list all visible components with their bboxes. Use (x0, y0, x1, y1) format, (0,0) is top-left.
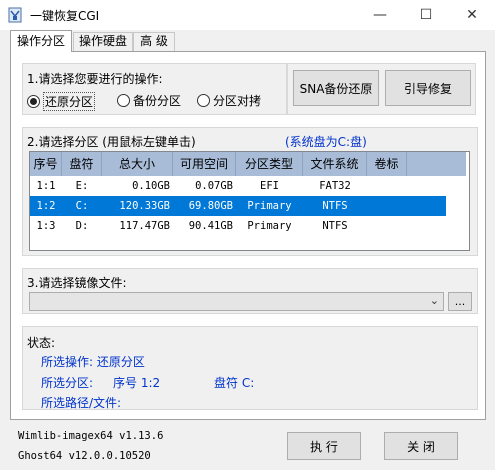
cell-fs: NTFS (322, 220, 348, 232)
tab-operate-partition[interactable]: 操作分区 (10, 30, 72, 52)
col-fs[interactable]: 文件系统 (303, 152, 367, 176)
sna-backup-restore-button[interactable]: SNA备份还原 (293, 70, 379, 106)
image-file-group: 3.请选择镜像文件: ⌄ ... (22, 268, 478, 314)
col-filler (407, 152, 466, 176)
execute-button[interactable]: 执 行 (287, 432, 361, 460)
boot-repair-button[interactable]: 引导修复 (385, 70, 471, 106)
radio-label: 分区对拷 (213, 94, 262, 108)
table-row[interactable]: 1:3 D: 117.47GB 90.41GB Primary NTFS (30, 216, 446, 236)
maximize-button[interactable]: ☐ (403, 0, 449, 30)
title-bar: 一键恢复CGI — ☐ ✕ (0, 0, 495, 30)
radio-copy-partition[interactable]: 分区对拷 (197, 92, 261, 109)
cell-fs: FAT32 (319, 180, 351, 192)
col-type[interactable]: 分区类型 (236, 152, 303, 176)
operation-label: 1.请选择您要进行的操作: (27, 72, 163, 86)
status-partition-drive: 盘符 C: (214, 376, 255, 390)
status-operation: 所选操作: 还原分区 (41, 355, 145, 369)
tab-operate-disk[interactable]: 操作硬盘 (73, 32, 133, 51)
minimize-button[interactable]: — (357, 0, 403, 30)
radio-dot (30, 98, 37, 105)
partition-group: 2.请选择分区 (用鼠标左键单击) (系统盘为C:盘) 序号 盘符 总大小 可用… (22, 127, 478, 256)
cell-type: Primary (247, 200, 292, 212)
cell-fs: NTFS (322, 200, 348, 212)
operation-group: 1.请选择您要进行的操作: 还原分区 备份分区 分区对拷 (22, 63, 287, 115)
status-partition-label: 所选分区: (41, 376, 94, 390)
close-window-button[interactable]: ✕ (449, 0, 495, 30)
status-path: 所选路径/文件: (41, 396, 122, 410)
wimlib-version: Wimlib-imagex64 v1.13.6 (18, 430, 164, 442)
cell-drive: D: (75, 220, 89, 232)
radio-label: 备份分区 (133, 94, 182, 108)
col-label[interactable]: 卷标 (367, 152, 407, 176)
system-disk-note: (系统盘为C:盘) (285, 135, 367, 149)
image-file-label: 3.请选择镜像文件: (27, 276, 127, 290)
col-total[interactable]: 总大小 (102, 152, 173, 176)
radio-circle (117, 94, 130, 107)
radio-backup-partition[interactable]: 备份分区 (117, 92, 181, 109)
tab-advanced[interactable]: 高 级 (133, 32, 175, 51)
cell-label (367, 216, 407, 236)
status-group: 状态: 所选操作: 还原分区 所选分区: 序号 1:2 盘符 C: 所选路径/文… (22, 326, 478, 410)
radio-circle (197, 94, 210, 107)
radio-circle (27, 95, 40, 108)
partition-table[interactable]: 序号 盘符 总大小 可用空间 分区类型 文件系统 卷标 1:1 E: 0.10G… (29, 151, 470, 251)
cell-total: 120.33GB (119, 200, 170, 212)
table-header: 序号 盘符 总大小 可用空间 分区类型 文件系统 卷标 (30, 152, 466, 176)
partition-label: 2.请选择分区 (用鼠标左键单击) (27, 135, 196, 149)
cell-index: 1:3 (36, 220, 56, 232)
status-label: 状态: (27, 336, 56, 350)
cell-label (367, 196, 407, 216)
cell-drive: C: (75, 200, 89, 212)
browse-button[interactable]: ... (448, 292, 472, 311)
window-title: 一键恢复CGI (30, 9, 100, 23)
table-row[interactable]: 1:2 C: 120.33GB 69.80GB Primary NTFS (30, 196, 446, 216)
table-row[interactable]: 1:1 E: 0.10GB 0.07GB EFI FAT32 (30, 176, 446, 196)
cell-free: 0.07GB (195, 180, 233, 192)
col-drive[interactable]: 盘符 (62, 152, 102, 176)
col-index[interactable]: 序号 (30, 152, 62, 176)
cell-free: 90.41GB (188, 220, 233, 232)
cell-label (367, 176, 407, 196)
cell-drive: E: (75, 180, 89, 192)
cell-type: EFI (260, 180, 279, 192)
chevron-down-icon[interactable]: ⌄ (430, 294, 439, 307)
cell-total: 0.10GB (132, 180, 170, 192)
col-free[interactable]: 可用空间 (173, 152, 236, 176)
app-icon (8, 7, 22, 23)
cell-index: 1:1 (36, 180, 56, 192)
tab-panel: 1.请选择您要进行的操作: 还原分区 备份分区 分区对拷 SNA备份还原 引导修… (10, 51, 486, 420)
radio-label: 还原分区 (43, 92, 96, 111)
status-partition-index: 序号 1:2 (113, 376, 161, 390)
ghost-version: Ghost64 v12.0.0.10520 (18, 450, 151, 462)
cell-total: 117.47GB (119, 220, 170, 232)
close-button[interactable]: 关 闭 (384, 432, 458, 460)
radio-restore-partition[interactable]: 还原分区 (27, 92, 96, 111)
cell-free: 69.80GB (188, 200, 233, 212)
cell-type: Primary (247, 220, 292, 232)
image-file-combobox[interactable]: ⌄ (29, 292, 444, 311)
cell-index: 1:2 (36, 200, 56, 212)
